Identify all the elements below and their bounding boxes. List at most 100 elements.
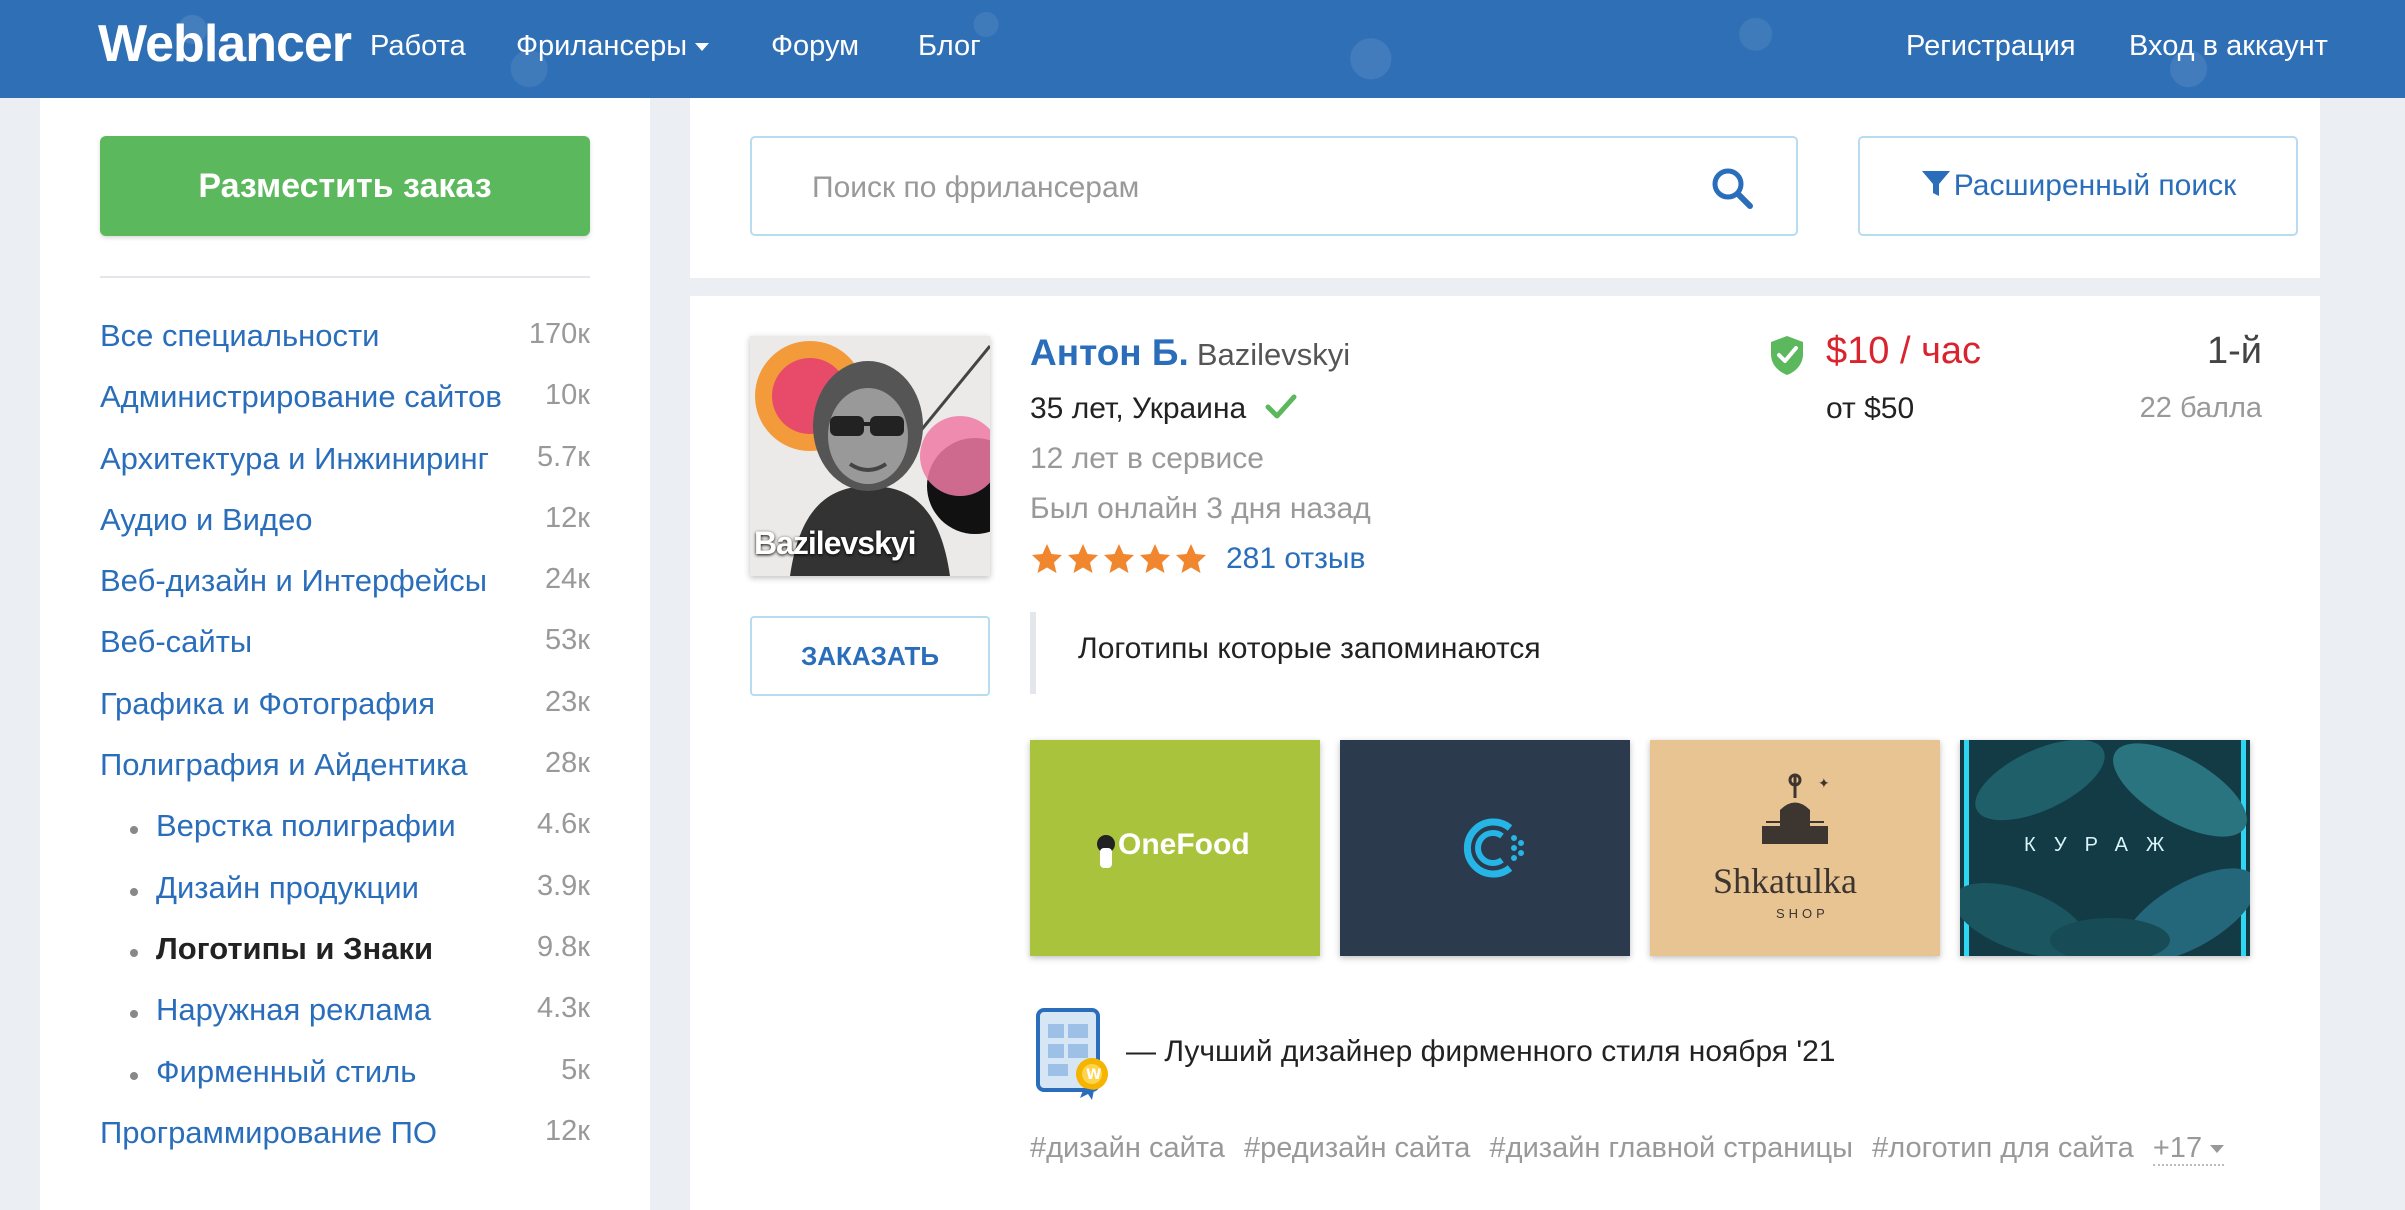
category-name[interactable]: Наружная реклама (156, 992, 431, 1028)
category-name[interactable]: Полиграфия и Айдентика (100, 747, 468, 783)
category-name[interactable]: Веб-сайты (100, 624, 252, 660)
search-icon[interactable] (1708, 164, 1756, 212)
verified-check-icon (1265, 394, 1297, 419)
star-icon (1068, 544, 1098, 573)
min-price: от $50 (1826, 392, 1915, 425)
portfolio-item-c-logo[interactable] (1340, 740, 1630, 956)
svg-text:✦: ✦ (1818, 776, 1830, 792)
last-online: Был онлайн 3 дня назад (1030, 492, 1371, 525)
category-name[interactable]: Все специальности (100, 318, 379, 354)
portfolio-label: Shkatulka (1713, 861, 1857, 901)
top-navigation-bar: Weblancer Работа Фрилансеры Форум Блог Р… (0, 0, 2405, 98)
star-icon (1140, 544, 1170, 573)
post-order-button[interactable]: Разместить заказ (100, 136, 590, 236)
points: 22 балла (2139, 392, 2262, 424)
advanced-search-button[interactable]: Расширенный поиск (1858, 136, 2298, 236)
bullet-icon (130, 826, 138, 835)
avatar-caption: Bazilevskyi (754, 525, 917, 561)
category-count: 24к (545, 563, 590, 596)
svg-text:W: W (1086, 1067, 1101, 1083)
portfolio-label: OneFood (1118, 828, 1250, 861)
rating-row: 281 отзыв (1030, 542, 1365, 576)
sidebar-category-item[interactable]: Верстка полиграфии 4.6к (100, 808, 590, 869)
more-tags-count: +17 (2152, 1132, 2203, 1164)
sidebar-category-item[interactable]: Логотипы и Знаки 9.8к (100, 931, 590, 992)
portfolio-item-kurazh[interactable]: КУРАЖ (1960, 740, 2250, 956)
sidebar-category-item[interactable]: Полиграфия и Айдентика 28к (100, 747, 590, 808)
nav-jobs[interactable]: Работа (370, 30, 466, 63)
nav-forum[interactable]: Форум (771, 30, 859, 63)
sidebar-category-item[interactable]: Фирменный стиль 5к (100, 1054, 590, 1115)
tag[interactable]: #дизайн главной страницы (1490, 1132, 1853, 1164)
tag[interactable]: #логотип для сайта (1872, 1132, 2134, 1164)
portfolio-item-shkatulka[interactable]: ✦ Shkatulka SHOP (1650, 740, 1940, 956)
bullet-icon (130, 1010, 138, 1019)
sidebar-category-item[interactable]: Аудио и Видео 12к (100, 502, 590, 563)
category-name[interactable]: Верстка полиграфии (156, 808, 456, 844)
sidebar-category-item[interactable]: Архитектура и Инжиниринг 5.7к (100, 441, 590, 502)
register-link[interactable]: Регистрация (1906, 30, 2076, 63)
reviews-link[interactable]: 281 отзыв (1226, 542, 1365, 575)
nav-freelancers-label: Фрилансеры (516, 30, 688, 62)
category-name[interactable]: Логотипы и Знаки (156, 931, 433, 967)
portfolio-item-onefood[interactable]: OneFood (1030, 740, 1320, 956)
nav-freelancers[interactable]: Фрилансеры (516, 30, 710, 63)
star-icon (1104, 544, 1134, 573)
freelancer-avatar[interactable]: Bazilevskyi (750, 336, 990, 576)
award-certificate-icon: W (1036, 1008, 1108, 1100)
category-list: Все специальности 170к Администрирование с… (100, 318, 590, 1176)
rank: 1-й (2206, 330, 2262, 372)
freelancer-name-row: Антон Б. Bazilevskyi (1030, 332, 1350, 374)
award-row: W — Лучший дизайнер фирменного стиля ноя… (1030, 1004, 1835, 1100)
freelancer-login: Bazilevskyi (1196, 337, 1351, 372)
category-name[interactable]: Архитектура и Инжиниринг (100, 441, 489, 477)
category-count: 10к (545, 379, 590, 412)
star-icon (1032, 544, 1062, 573)
shkatulka-box-icon: ✦ (1762, 773, 1830, 844)
category-name[interactable]: Программирование ПО (100, 1115, 437, 1151)
filter-icon (1921, 171, 1950, 197)
age-location: 35 лет, Украина (1030, 392, 1297, 426)
site-logo[interactable]: Weblancer (98, 14, 352, 74)
sidebar-category-item[interactable]: Веб-дизайн и Интерфейсы 24к (100, 563, 590, 624)
category-name[interactable]: Веб-дизайн и Интерфейсы (100, 563, 487, 599)
category-count: 53к (545, 624, 590, 657)
sidebar-category-item[interactable]: Администрирование сайтов 10к (100, 379, 590, 440)
category-name[interactable]: Администрирование сайтов (100, 379, 502, 415)
login-link[interactable]: Вход в аккаунт (2129, 30, 2328, 63)
age-location-text: 35 лет, Украина (1030, 392, 1247, 425)
sidebar-category-item[interactable]: Дизайн продукции 3.9к (100, 870, 590, 931)
chevron-down-icon (695, 43, 710, 52)
category-name[interactable]: Аудио и Видео (100, 502, 313, 538)
star-icon (1176, 544, 1206, 573)
tag[interactable]: #дизайн сайта (1030, 1132, 1225, 1164)
freelancer-card: Bazilevskyi ЗАКАЗАТЬ Антон Б. Bazilevskyi… (690, 296, 2320, 1210)
c-logo-icon (1463, 818, 1524, 878)
freelancer-name[interactable]: Антон Б. (1030, 332, 1189, 373)
category-count: 12к (545, 1114, 590, 1147)
sidebar-category-item[interactable]: Все специальности 170к (100, 318, 590, 379)
tagline: Логотипы которые запоминаются (1078, 632, 1541, 665)
category-count: 5к (561, 1053, 590, 1086)
sidebar-divider (100, 276, 590, 278)
category-name[interactable]: Фирменный стиль (156, 1054, 416, 1090)
portfolio-label: КУРАЖ (2024, 834, 2183, 856)
bullet-icon (130, 1071, 138, 1080)
chevron-down-icon (2210, 1145, 2225, 1154)
more-tags-toggle[interactable]: +17 (2152, 1132, 2225, 1166)
service-duration: 12 лет в сервисе (1030, 442, 1264, 475)
award-text: — Лучший дизайнер фирменного стиля ноябр… (1126, 1035, 1836, 1068)
order-button[interactable]: ЗАКАЗАТЬ (750, 616, 990, 696)
category-name[interactable]: Дизайн продукции (156, 870, 419, 906)
sidebar-category-item[interactable]: Графика и Фотография 23к (100, 686, 590, 747)
category-count: 4.6к (536, 808, 590, 841)
category-name[interactable]: Графика и Фотография (100, 686, 435, 722)
search-panel: Расширенный поиск (690, 98, 2320, 278)
sidebar-category-item[interactable]: Программирование ПО 12к (100, 1115, 590, 1176)
sidebar-category-item[interactable]: Веб-сайты 53к (100, 624, 590, 685)
tag[interactable]: #редизайн сайта (1244, 1132, 1470, 1164)
tagline-block: Логотипы которые запоминаются (1030, 612, 2230, 694)
search-input[interactable] (812, 166, 1672, 210)
sidebar-category-item[interactable]: Наружная реклама 4.3к (100, 992, 590, 1053)
nav-blog[interactable]: Блог (918, 30, 981, 63)
